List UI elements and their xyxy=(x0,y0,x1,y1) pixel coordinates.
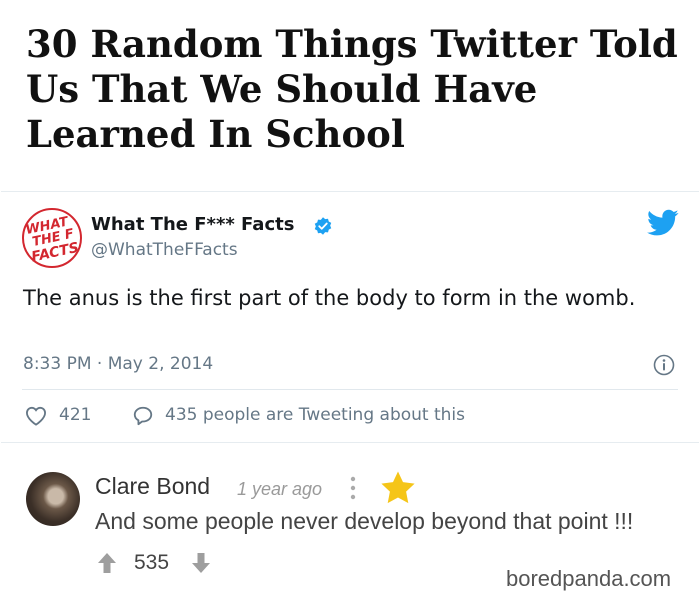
tweet-divider xyxy=(22,389,678,390)
twitter-bird-icon[interactable] xyxy=(647,209,679,237)
tweet-author-name[interactable]: What The F*** Facts xyxy=(91,214,294,235)
downvote-arrow-icon[interactable] xyxy=(190,552,212,574)
verified-badge-icon xyxy=(314,217,332,235)
tweet-timestamp[interactable]: 8:33 PM · May 2, 2014 xyxy=(23,354,213,374)
commenter-avatar[interactable] xyxy=(26,472,80,526)
tweet-handle[interactable]: @WhatTheFFacts xyxy=(91,240,238,260)
tweet-card: WHAT THE F FACTS What The F*** Facts @Wh… xyxy=(1,191,699,443)
upvote-arrow-icon[interactable] xyxy=(96,552,118,574)
like-count[interactable]: 421 xyxy=(59,405,91,425)
kebab-menu-icon[interactable] xyxy=(349,475,357,501)
comment-text: And some people never develop beyond tha… xyxy=(95,508,634,534)
reply-bubble-icon[interactable] xyxy=(132,405,154,427)
tweet-text: The anus is the first part of the body t… xyxy=(23,286,636,310)
comment-time: 1 year ago xyxy=(237,479,323,499)
article-title: 30 Random Things Twitter Told Us That We… xyxy=(26,22,678,156)
star-icon[interactable] xyxy=(380,470,416,504)
tweeting-about-link[interactable]: 435 people are Tweeting about this xyxy=(165,405,465,425)
heart-icon[interactable] xyxy=(25,406,47,426)
account-logo[interactable]: WHAT THE F FACTS xyxy=(22,208,82,268)
info-icon[interactable] xyxy=(653,354,675,376)
watermark: boredpanda.com xyxy=(506,566,672,591)
vote-count: 535 xyxy=(134,551,170,574)
commenter-name[interactable]: Clare Bond xyxy=(95,473,210,500)
